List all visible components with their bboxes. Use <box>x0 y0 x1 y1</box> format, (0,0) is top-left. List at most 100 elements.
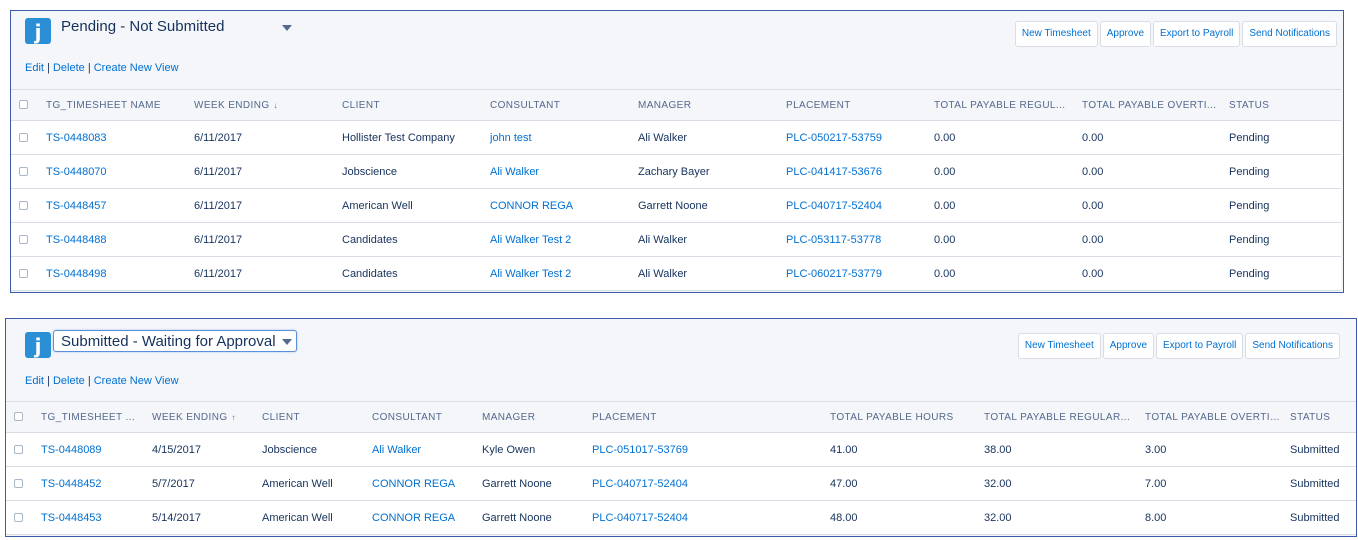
status-cell: Pending <box>1223 154 1341 189</box>
approve-button[interactable]: Approve <box>1102 333 1155 359</box>
row-checkbox-cell[interactable] <box>6 500 35 535</box>
chevron-down-icon <box>282 339 292 345</box>
client-cell: Jobscience <box>336 154 484 189</box>
column-header-sorted[interactable]: WEEK ENDING ↓ <box>188 89 336 121</box>
list-view-title[interactable]: Pending - Not Submitted <box>61 18 224 35</box>
timesheet-table: TG_TIMESHEET NAME WEEK ENDING ↓ CLIENT CO… <box>11 89 1341 291</box>
consultant-link[interactable]: CONNOR REGA <box>366 466 476 501</box>
placement-link[interactable]: PLC-040717-52404 <box>586 500 824 535</box>
consultant-link[interactable]: CONNOR REGA <box>366 500 476 535</box>
row-checkbox[interactable] <box>19 269 28 279</box>
timesheet-name-link[interactable]: TS-0448453 <box>35 500 146 535</box>
regular-hours-cell: 0.00 <box>928 188 1076 223</box>
action-button-group: New Timesheet Approve Export to Payroll … <box>1014 21 1337 47</box>
column-header[interactable]: STATUS <box>1223 89 1341 121</box>
export-to-payroll-button[interactable]: Export to Payroll <box>1156 333 1244 359</box>
placement-link[interactable]: PLC-050217-53759 <box>780 120 928 155</box>
client-cell: American Well <box>256 500 366 535</box>
row-checkbox-cell[interactable] <box>11 256 40 291</box>
column-header[interactable]: MANAGER <box>632 89 780 121</box>
consultant-link[interactable]: Ali Walker Test 2 <box>484 222 632 257</box>
column-header[interactable]: PLACEMENT <box>780 89 928 121</box>
timesheet-name-link[interactable]: TS-0448089 <box>35 432 146 467</box>
consultant-link[interactable]: CONNOR REGA <box>484 188 632 223</box>
create-new-view-link[interactable]: Create New View <box>94 62 179 74</box>
edit-view-link[interactable]: Edit <box>25 62 44 74</box>
list-view-title: Submitted - Waiting for Approval <box>61 333 276 350</box>
column-header[interactable]: PLACEMENT <box>586 401 824 433</box>
approve-button[interactable]: Approve <box>1099 21 1152 47</box>
column-header[interactable]: TOTAL PAYABLE OVERTI... <box>1076 89 1223 121</box>
export-to-payroll-button[interactable]: Export to Payroll <box>1153 21 1241 47</box>
create-new-view-link[interactable]: Create New View <box>94 375 179 387</box>
total-hours-cell: 47.00 <box>824 466 978 501</box>
column-header[interactable]: CLIENT <box>256 401 366 433</box>
edit-view-link[interactable]: Edit <box>25 375 44 387</box>
table-row: TS-0448498 6/11/2017 Candidates Ali Walk… <box>11 256 1341 291</box>
select-all-checkbox-cell[interactable] <box>11 89 40 121</box>
column-header[interactable]: TOTAL PAYABLE REGUL... <box>928 89 1076 121</box>
list-view-select[interactable]: Submitted - Waiting for Approval <box>53 330 297 352</box>
delete-view-link[interactable]: Delete <box>53 62 85 74</box>
select-all-checkbox[interactable] <box>14 412 23 422</box>
column-header[interactable]: TOTAL PAYABLE OVERTIM... <box>1139 401 1284 433</box>
timesheet-name-link[interactable]: TS-0448083 <box>40 120 188 155</box>
table-row: TS-0448070 6/11/2017 Jobscience Ali Walk… <box>11 154 1341 189</box>
timesheet-name-link[interactable]: TS-0448488 <box>40 222 188 257</box>
new-timesheet-button[interactable]: New Timesheet <box>1017 333 1101 359</box>
column-header-sorted[interactable]: WEEK ENDING ↑ <box>146 401 256 433</box>
placement-link[interactable]: PLC-040717-52404 <box>780 188 928 223</box>
row-checkbox[interactable] <box>19 133 28 143</box>
timesheet-name-link[interactable]: TS-0448452 <box>35 466 146 501</box>
placement-link[interactable]: PLC-053117-53778 <box>780 222 928 257</box>
consultant-link[interactable]: Ali Walker <box>366 432 476 467</box>
column-header[interactable]: CONSULTANT <box>366 401 476 433</box>
row-checkbox[interactable] <box>14 445 23 455</box>
placement-link[interactable]: PLC-040717-52404 <box>586 466 824 501</box>
send-notifications-button[interactable]: Send Notifications <box>1242 21 1337 47</box>
row-checkbox[interactable] <box>19 167 28 177</box>
row-checkbox[interactable] <box>14 479 23 489</box>
chevron-down-icon[interactable] <box>282 25 292 31</box>
row-checkbox-cell[interactable] <box>11 188 40 223</box>
placement-link[interactable]: PLC-051017-53769 <box>586 432 824 467</box>
column-header[interactable]: TOTAL PAYABLE HOURS <box>824 401 978 433</box>
timesheet-name-link[interactable]: TS-0448498 <box>40 256 188 291</box>
timesheet-table: TG_TIMESHEET ... WEEK ENDING ↑ CLIENT CON… <box>6 401 1356 535</box>
row-checkbox-cell[interactable] <box>6 466 35 501</box>
row-checkbox-cell[interactable] <box>11 222 40 257</box>
column-header[interactable]: MANAGER <box>476 401 586 433</box>
row-checkbox-cell[interactable] <box>6 432 35 467</box>
regular-hours-cell: 38.00 <box>978 432 1139 467</box>
consultant-link[interactable]: john test <box>484 120 632 155</box>
row-checkbox[interactable] <box>14 513 23 523</box>
table-header-row: TG_TIMESHEET NAME WEEK ENDING ↓ CLIENT CO… <box>11 89 1341 121</box>
select-all-checkbox-cell[interactable] <box>6 401 35 433</box>
status-cell: Pending <box>1223 256 1341 291</box>
column-header[interactable]: TG_TIMESHEET NAME <box>40 89 188 121</box>
placement-link[interactable]: PLC-041417-53676 <box>780 154 928 189</box>
timesheet-name-link[interactable]: TS-0448070 <box>40 154 188 189</box>
consultant-link[interactable]: Ali Walker <box>484 154 632 189</box>
manager-cell: Ali Walker <box>632 222 780 257</box>
status-cell: Pending <box>1223 188 1341 223</box>
regular-hours-cell: 32.00 <box>978 466 1139 501</box>
column-header[interactable]: STATUS <box>1284 401 1356 433</box>
delete-view-link[interactable]: Delete <box>53 375 85 387</box>
placement-link[interactable]: PLC-060217-53779 <box>780 256 928 291</box>
overtime-hours-cell: 8.00 <box>1139 500 1284 535</box>
select-all-checkbox[interactable] <box>19 100 28 110</box>
column-header[interactable]: CONSULTANT <box>484 89 632 121</box>
column-header[interactable]: TOTAL PAYABLE REGULAR... <box>978 401 1139 433</box>
row-checkbox-cell[interactable] <box>11 120 40 155</box>
total-hours-cell: 48.00 <box>824 500 978 535</box>
new-timesheet-button[interactable]: New Timesheet <box>1014 21 1098 47</box>
consultant-link[interactable]: Ali Walker Test 2 <box>484 256 632 291</box>
row-checkbox-cell[interactable] <box>11 154 40 189</box>
send-notifications-button[interactable]: Send Notifications <box>1245 333 1340 359</box>
column-header[interactable]: CLIENT <box>336 89 484 121</box>
column-header[interactable]: TG_TIMESHEET ... <box>35 401 146 433</box>
row-checkbox[interactable] <box>19 235 28 245</box>
timesheet-name-link[interactable]: TS-0448457 <box>40 188 188 223</box>
row-checkbox[interactable] <box>19 201 28 211</box>
